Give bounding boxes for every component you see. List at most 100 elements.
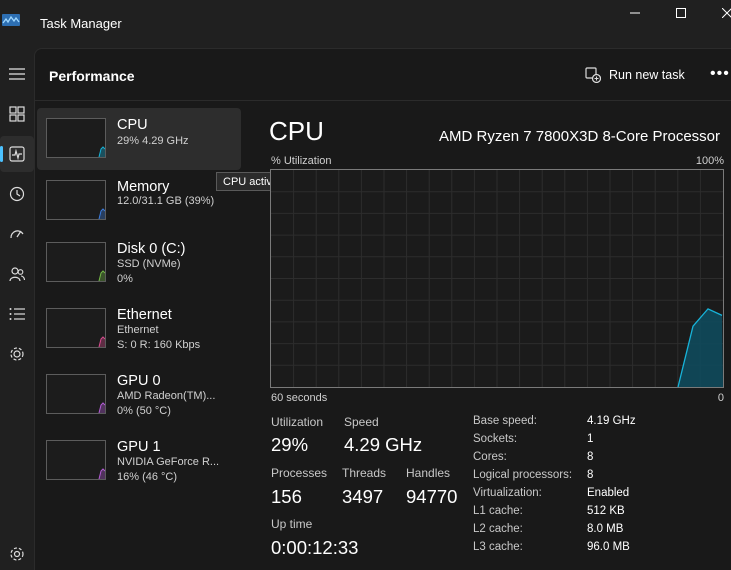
more-options-button[interactable]: •••: [710, 65, 730, 83]
perf-item-memory[interactable]: Memory 12.0/31.1 GB (39%): [37, 170, 241, 232]
threads-label: Threads: [342, 466, 387, 480]
spec-value: 512 KB: [587, 505, 625, 517]
history-icon: [9, 186, 25, 202]
perf-item-detail: Ethernet: [117, 324, 159, 336]
perf-item-title: Disk 0 (C:): [117, 241, 186, 257]
perf-item-detail: SSD (NVMe): [117, 258, 181, 270]
performance-icon: [9, 146, 25, 162]
maximize-icon: [676, 8, 686, 18]
handles-label: Handles: [406, 466, 451, 480]
threads-value: 3497: [342, 486, 384, 507]
users-icon: [9, 267, 25, 282]
task-manager-icon: [2, 14, 20, 26]
maximize-button[interactable]: [658, 0, 704, 26]
cpu-graph-svg: [271, 170, 723, 388]
perf-item-detail: 12.0/31.1 GB (39%): [117, 195, 215, 207]
detail-title: CPU: [269, 116, 324, 146]
spec-label: Sockets:: [473, 433, 518, 445]
perf-item-status: 16% (46 °C): [117, 471, 178, 483]
nav-details[interactable]: [0, 296, 34, 332]
cpu-utilization-graph[interactable]: [270, 169, 724, 388]
run-new-task-label: Run new task: [609, 68, 685, 82]
utilization-axis-label: % Utilization: [271, 155, 332, 167]
perf-item-status: S: 0 R: 160 Kbps: [117, 339, 201, 351]
minimize-icon: [630, 12, 640, 14]
processes-label: Processes: [271, 466, 328, 480]
navigation-rail: [0, 48, 34, 570]
perf-item-title: CPU: [117, 117, 148, 133]
speed-value: 4.29 GHz: [344, 434, 423, 455]
nav-startup-apps[interactable]: [0, 216, 34, 252]
spec-value: 8: [587, 469, 594, 481]
spec-label: Logical processors:: [473, 469, 573, 481]
perf-item-disk-0[interactable]: Disk 0 (C:) SSD (NVMe) 0%: [37, 232, 241, 294]
uptime-label: Up time: [271, 517, 313, 531]
spec-value: 8.0 MB: [587, 523, 624, 535]
handles-value: 94770: [406, 486, 458, 507]
minimize-button[interactable]: [612, 0, 658, 26]
max-percent-label: 100%: [695, 155, 724, 167]
spec-label: L1 cache:: [473, 505, 523, 517]
perf-item-status: 0%: [117, 273, 133, 285]
speed-label: Speed: [344, 415, 379, 429]
perf-item-title: GPU 1: [117, 439, 161, 455]
perf-item-gpu-0[interactable]: GPU 0 AMD Radeon(TM)... 0% (50 °C): [37, 364, 241, 426]
spec-label: L2 cache:: [473, 523, 523, 535]
spec-value: 4.19 GHz: [587, 415, 636, 427]
perf-item-detail: AMD Radeon(TM)...: [117, 390, 216, 402]
perf-item-cpu[interactable]: CPU 29% 4.29 GHz: [37, 108, 241, 170]
perf-item-thumbnail: [46, 374, 106, 414]
spec-value: 8: [587, 451, 594, 463]
run-new-task-icon: [585, 67, 601, 83]
services-gear-icon: [10, 347, 24, 361]
time-span-label: 60 seconds: [271, 392, 328, 404]
perf-item-status: 0% (50 °C): [117, 405, 171, 417]
nav-settings[interactable]: [0, 536, 34, 570]
page-header: Performance Run new task •••: [35, 49, 731, 101]
close-icon: [722, 8, 731, 18]
perf-item-title: Ethernet: [117, 307, 172, 323]
perf-item-thumbnail: [46, 308, 106, 348]
spec-value: 1: [587, 433, 594, 445]
zero-label: 0: [717, 392, 724, 404]
spec-value: Enabled: [587, 487, 630, 499]
selection-indicator: [0, 146, 3, 162]
perf-item-thumbnail: [46, 242, 106, 282]
processor-name: AMD Ryzen 7 7800X3D 8-Core Processor: [439, 128, 720, 145]
nav-app-history[interactable]: [0, 176, 34, 212]
perf-item-thumbnail: [46, 180, 106, 220]
utilization-label: Utilization: [271, 415, 324, 429]
page-title: Performance: [49, 68, 135, 84]
uptime-value: 0:00:12:33: [271, 537, 359, 558]
nav-users[interactable]: [0, 256, 34, 292]
spec-value: 96.0 MB: [587, 541, 630, 553]
details-list-icon: [9, 308, 25, 320]
nav-performance[interactable]: [0, 136, 34, 172]
perf-item-ethernet[interactable]: Ethernet Ethernet S: 0 R: 160 Kbps: [37, 298, 241, 360]
perf-item-gpu-1[interactable]: GPU 1 NVIDIA GeForce R... 16% (46 °C): [37, 430, 241, 492]
perf-item-detail: NVIDIA GeForce R...: [117, 456, 220, 468]
perf-item-thumbnail: [46, 440, 106, 480]
spec-label: Cores:: [473, 451, 507, 463]
processes-icon: [9, 106, 25, 122]
hamburger-icon: [9, 68, 25, 80]
processes-value: 156: [271, 486, 302, 507]
app-title: Task Manager: [40, 16, 122, 31]
utilization-value: 29%: [271, 434, 309, 455]
spec-label: L3 cache:: [473, 541, 523, 553]
title-bar: Task Manager: [0, 0, 731, 48]
spec-label: Base speed:: [473, 415, 537, 427]
hamburger-menu-button[interactable]: [0, 56, 34, 92]
perf-item-title: Memory: [117, 179, 170, 195]
speedometer-icon: [10, 230, 24, 239]
cpu-usage-area: [678, 308, 723, 387]
spec-label: Virtualization:: [473, 487, 542, 499]
settings-gear-icon: [10, 547, 24, 561]
nav-processes[interactable]: [0, 96, 34, 132]
perf-item-title: GPU 0: [117, 373, 161, 389]
close-button[interactable]: [704, 0, 731, 26]
run-new-task-button[interactable]: Run new task: [585, 64, 685, 86]
perf-item-thumbnail: [46, 118, 106, 158]
nav-services[interactable]: [0, 336, 34, 372]
perf-item-detail: 29% 4.29 GHz: [117, 135, 189, 147]
